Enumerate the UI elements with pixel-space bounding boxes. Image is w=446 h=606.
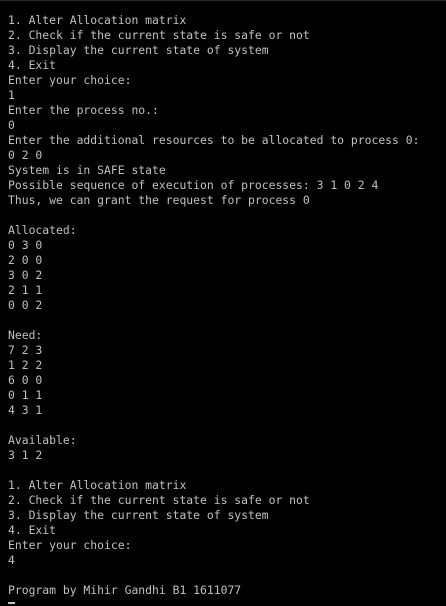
console-line: 3. Display the current state of system bbox=[8, 43, 269, 57]
console-line: 6 0 0 bbox=[8, 373, 43, 387]
text-cursor bbox=[8, 602, 15, 604]
console-line: 3. Display the current state of system bbox=[8, 508, 269, 522]
console-line: Program by Mihir Gandhi B1 1611077 bbox=[8, 583, 242, 597]
console-line: 1 bbox=[8, 88, 15, 102]
console-line: Enter the additional resources to be all… bbox=[8, 133, 420, 147]
console-line: 2. Check if the current state is safe or… bbox=[8, 28, 310, 42]
console-line: 1. Alter Allocation matrix bbox=[8, 13, 187, 27]
console-line: 0 2 0 bbox=[8, 148, 43, 162]
console-line: Enter your choice: bbox=[8, 73, 132, 87]
console-window[interactable]: 1. Alter Allocation matrix 2. Check if th… bbox=[0, 0, 446, 606]
console-line: 4 3 1 bbox=[8, 403, 43, 417]
console-line: Allocated: bbox=[8, 223, 77, 237]
console-line: 0 1 1 bbox=[8, 388, 43, 402]
console-line: 1. Alter Allocation matrix bbox=[8, 478, 187, 492]
console-line: 2 0 0 bbox=[8, 253, 43, 267]
console-line: Possible sequence of execution of proces… bbox=[8, 178, 379, 192]
console-line: 2 1 1 bbox=[8, 283, 43, 297]
console-line: 2. Check if the current state is safe or… bbox=[8, 493, 310, 507]
console-line: 4. Exit bbox=[8, 58, 57, 72]
console-output: 1. Alter Allocation matrix 2. Check if th… bbox=[8, 13, 419, 598]
console-line: Thus, we can grant the request for proce… bbox=[8, 193, 310, 207]
console-line: System is in SAFE state bbox=[8, 163, 166, 177]
console-line: 0 3 0 bbox=[8, 238, 43, 252]
console-line: 3 1 2 bbox=[8, 448, 43, 462]
console-line: 0 0 2 bbox=[8, 298, 43, 312]
console-line: Available: bbox=[8, 433, 77, 447]
console-line: Enter your choice: bbox=[8, 538, 132, 552]
console-line: 3 0 2 bbox=[8, 268, 43, 282]
console-line: 1 2 2 bbox=[8, 358, 43, 372]
console-line: Need: bbox=[8, 328, 43, 342]
console-line: 0 bbox=[8, 118, 15, 132]
console-line: Enter the process no.: bbox=[8, 103, 159, 117]
console-line: 7 2 3 bbox=[8, 343, 43, 357]
console-line: 4. Exit bbox=[8, 523, 57, 537]
console-line: 4 bbox=[8, 553, 15, 567]
